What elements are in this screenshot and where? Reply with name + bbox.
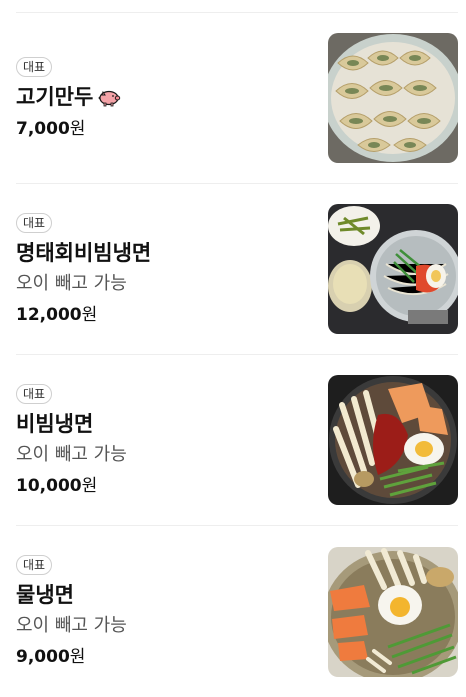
signature-badge: 대표 bbox=[16, 56, 53, 77]
menu-item-price: 7,000원 bbox=[16, 117, 316, 141]
bibim-naengmyeon-photo[interactable] bbox=[328, 375, 458, 505]
price-unit: 원 bbox=[69, 118, 86, 139]
menu-item-pollock-bibim-naengmyeon[interactable]: 대표 명태회비빔냉면 오이 빼고 가능 12,000원 bbox=[0, 184, 466, 355]
menu-item-text: 대표 고기만두 7,000원 bbox=[16, 13, 316, 184]
signature-badge: 대표 bbox=[16, 212, 53, 233]
menu-item-name-row: 비빔냉면 bbox=[16, 410, 316, 438]
price-unit: 원 bbox=[81, 475, 98, 496]
menu-item-description: 오이 빼고 가능 bbox=[16, 614, 127, 636]
menu-item-bibim-naengmyeon[interactable]: 대표 비빔냉면 오이 빼고 가능 10,000원 bbox=[0, 355, 466, 526]
signature-badge: 대표 bbox=[16, 554, 53, 575]
menu-item-description: 오이 빼고 가능 bbox=[16, 272, 127, 294]
menu-item-name: 명태회비빔냉면 bbox=[16, 240, 152, 265]
signature-badge: 대표 bbox=[16, 383, 53, 404]
dumplings-photo[interactable] bbox=[328, 33, 458, 163]
menu-item-text: 대표 명태회비빔냉면 오이 빼고 가능 12,000원 bbox=[16, 184, 316, 355]
menu-item-name-row: 명태회비빔냉면 bbox=[16, 239, 316, 267]
menu-item-name-row: 고기만두 bbox=[16, 83, 316, 111]
menu-item-price: 9,000원 bbox=[16, 645, 316, 669]
menu-list: 대표 고기만두 7,000원 대표 명태회비빔냉면 오이 빼고 가능 12,00… bbox=[0, 0, 466, 690]
price-amount: 9,000 bbox=[16, 646, 70, 667]
price-unit: 원 bbox=[81, 304, 98, 325]
menu-item-text: 대표 물냉면 오이 빼고 가능 9,000원 bbox=[16, 526, 316, 697]
price-unit: 원 bbox=[69, 646, 86, 667]
menu-item-mul-naengmyeon[interactable]: 대표 물냉면 오이 빼고 가능 9,000원 bbox=[0, 526, 466, 697]
pig-icon bbox=[97, 87, 121, 107]
menu-item-price: 10,000원 bbox=[16, 474, 316, 498]
menu-item-price: 12,000원 bbox=[16, 303, 316, 327]
price-amount: 7,000 bbox=[16, 118, 70, 139]
price-amount: 12,000 bbox=[16, 304, 82, 325]
mul-naengmyeon-photo[interactable] bbox=[328, 547, 458, 677]
menu-item-meat-dumplings[interactable]: 대표 고기만두 7,000원 bbox=[0, 13, 466, 184]
menu-item-name: 비빔냉면 bbox=[16, 411, 94, 436]
menu-item-name: 고기만두 bbox=[16, 84, 94, 109]
pollock-bibim-naengmyeon-photo[interactable] bbox=[328, 204, 458, 334]
menu-item-name: 물냉면 bbox=[16, 582, 74, 607]
menu-item-text: 대표 비빔냉면 오이 빼고 가능 10,000원 bbox=[16, 355, 316, 526]
price-amount: 10,000 bbox=[16, 475, 82, 496]
menu-item-name-row: 물냉면 bbox=[16, 581, 316, 609]
menu-item-description: 오이 빼고 가능 bbox=[16, 443, 127, 465]
